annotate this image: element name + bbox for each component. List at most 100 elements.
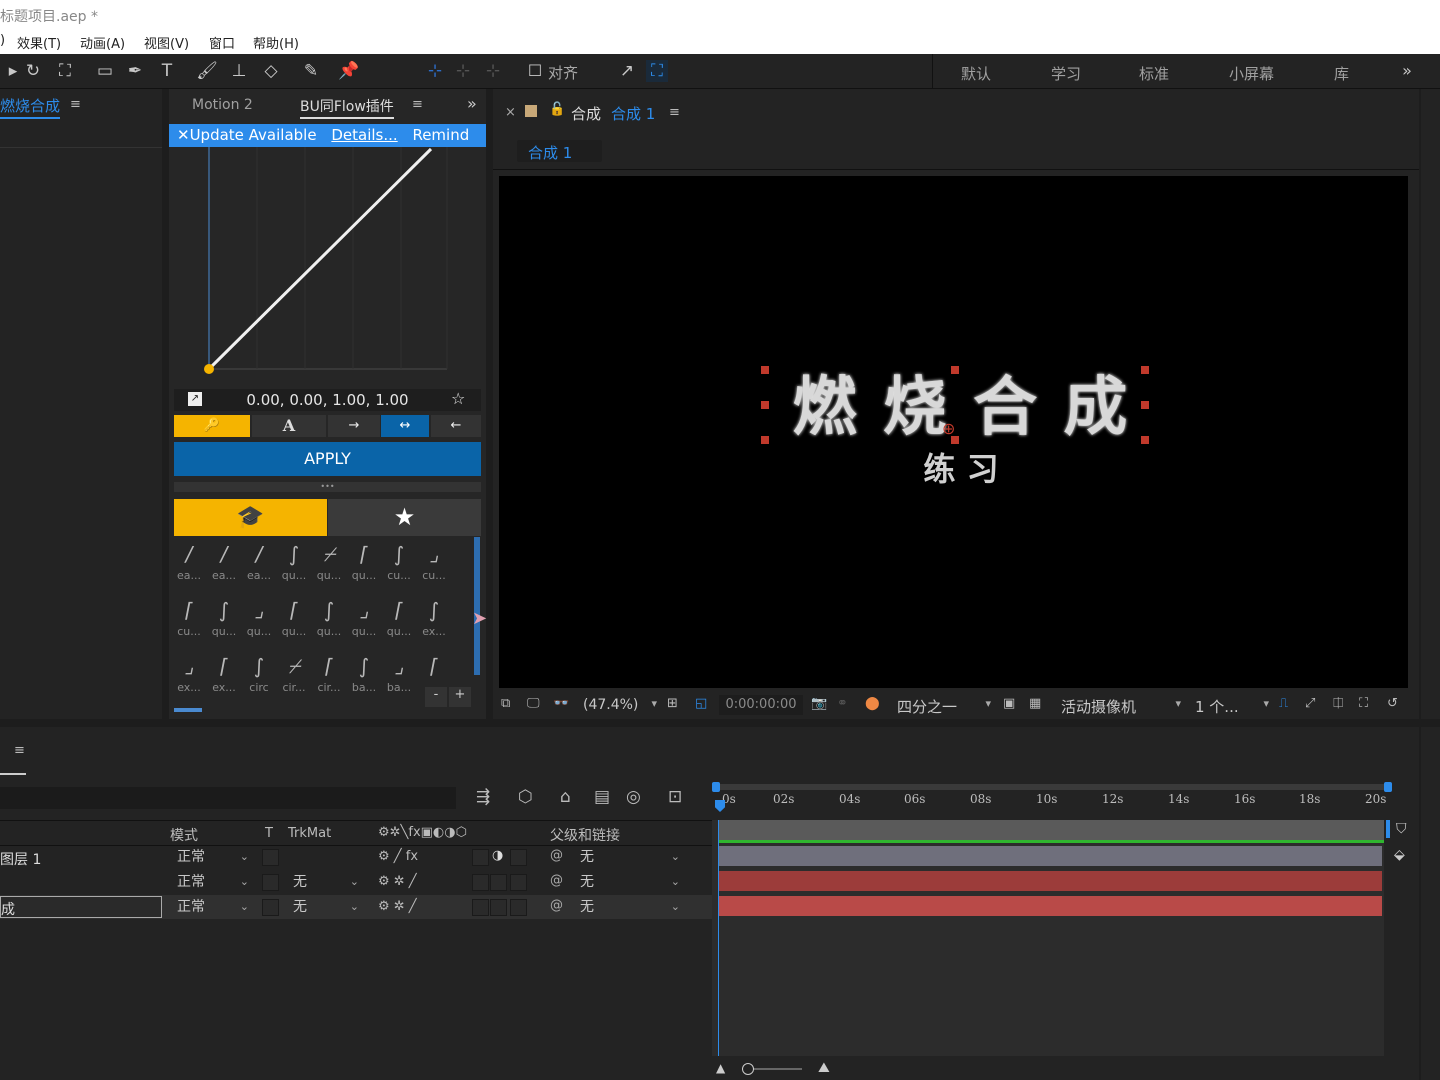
mask-visibility-icon[interactable]: ◱ (695, 696, 707, 711)
panel-menu-icon[interactable]: ≡ (70, 97, 81, 112)
rectangle-tool-icon[interactable]: ▭ (94, 60, 116, 82)
flowchart-icon[interactable]: ⛶ (1359, 696, 1368, 711)
roto-brush-icon[interactable]: ✎ (300, 60, 322, 82)
end-marker[interactable] (1386, 820, 1390, 838)
puppet-pin-icon[interactable]: 📌 (338, 60, 360, 82)
workspace-standard[interactable]: 标准 (1139, 63, 1169, 84)
transparency-grid-icon[interactable]: ▦ (1029, 696, 1041, 711)
menu-item-help[interactable]: 帮助(H) (253, 33, 299, 52)
panel-menu-icon[interactable]: ≡ (412, 97, 423, 112)
world-axis-icon[interactable]: ⊹ (452, 60, 474, 82)
3d-glasses-icon[interactable]: 👓 (553, 696, 569, 711)
adjustment-switch[interactable] (490, 899, 507, 916)
layer-bar[interactable] (718, 846, 1382, 866)
ease-both-button[interactable]: ↔ (381, 415, 429, 437)
comp-duration-bar[interactable] (718, 820, 1384, 840)
ease-preset[interactable]: ⌟ cu... (417, 539, 451, 591)
ease-out-button[interactable]: → (328, 415, 380, 437)
details-link[interactable]: Details... (331, 126, 397, 144)
safe-zones-icon[interactable]: ⊞ (667, 696, 678, 711)
panel-overflow-icon[interactable]: » (467, 94, 477, 113)
trkmat-dropdown[interactable]: 无 ⌄ (287, 897, 363, 917)
camera-tool-icon[interactable]: ⛶ (54, 60, 76, 82)
timeline-toggle-icon[interactable]: ⤢ (1305, 696, 1315, 711)
workspace-default[interactable]: 默认 (961, 63, 991, 84)
transform-handle[interactable] (951, 366, 959, 374)
ease-preset[interactable]: ⌈ ex... (207, 651, 241, 703)
ease-preset[interactable]: ∫ ba... (347, 651, 381, 703)
layer-switches[interactable]: ⚙ ✲ ╱ (378, 899, 417, 914)
menu-item-view[interactable]: 视图(V) (144, 33, 189, 52)
pen-tool-icon[interactable]: ✒ (124, 60, 146, 82)
ease-preset[interactable]: ⌈ cir... (312, 651, 346, 703)
comp-flowchart-icon[interactable]: ⎅ (1333, 696, 1343, 711)
zoom-in-button[interactable]: + (449, 687, 471, 707)
rotate-tool-icon[interactable]: ↻ (22, 60, 44, 82)
zoom-dropdown[interactable]: (47.4%) ▾ (577, 695, 659, 715)
breadcrumb-comp[interactable]: 合成 1 (528, 142, 572, 163)
resolution-dropdown[interactable]: 四分之一 ▾ (891, 695, 993, 716)
ease-preset[interactable]: ⌈ cu... (172, 595, 206, 647)
ease-preset[interactable]: ⌈ qu... (347, 539, 381, 591)
time-ruler[interactable]: 0s 02s 04s 06s 08s 10s 12s 14s 16s 18s 2… (712, 782, 1392, 820)
layer-row[interactable]: 正常 ⌄ 无 ⌄ ⚙ ✲ ╱ @ 无 ⌄ (0, 870, 712, 894)
parent-dropdown[interactable]: 无 ⌄ (574, 897, 684, 917)
trkmat-dropdown[interactable]: 无 ⌄ (287, 872, 363, 892)
brush-tool-icon[interactable]: 🖌 (196, 60, 218, 82)
layer-name[interactable]: 图层 1 (0, 849, 41, 869)
ease-preset[interactable]: ⌿ qu... (312, 539, 346, 591)
transform-handle[interactable] (761, 436, 769, 444)
arrow-tool-icon[interactable]: ▸ (2, 60, 24, 82)
ease-preset[interactable]: ⌟ qu... (242, 595, 276, 647)
tab-flow[interactable]: BU同Flow插件 (300, 96, 394, 119)
apply-button[interactable]: APPLY (174, 442, 481, 476)
comp-mini-flowchart-icon[interactable]: ⇶ (476, 787, 490, 807)
fast-previews-icon[interactable]: ⎍ (1279, 696, 1288, 711)
adjustment-switch[interactable] (490, 874, 507, 891)
av-switch[interactable] (472, 849, 489, 866)
region-of-interest-icon[interactable]: ▣ (1003, 696, 1015, 711)
preserve-transparency-checkbox[interactable] (262, 874, 279, 891)
more-workspaces-icon[interactable]: » (1396, 60, 1418, 82)
adjustment-icon[interactable]: ◑ (492, 848, 503, 863)
text-mode-button[interactable]: A (252, 415, 326, 437)
track-area[interactable] (712, 820, 1384, 1056)
comp-marker-icon[interactable]: ⛉ (1396, 821, 1407, 837)
ease-preset[interactable]: ⌟ ex... (172, 651, 206, 703)
frame-blending-icon[interactable]: ▤ (594, 787, 610, 807)
transform-handle[interactable] (761, 401, 769, 409)
motion-blur-icon[interactable]: ◎ (626, 787, 641, 807)
work-area-start-handle[interactable] (712, 782, 720, 792)
reset-exposure-icon[interactable]: ↺ (1387, 696, 1398, 711)
panel-menu-icon[interactable]: ≡ (14, 743, 25, 758)
ease-preset[interactable]: / ea... (242, 539, 276, 591)
timecode-field[interactable]: 0:00:00:00 (719, 695, 803, 715)
clone-stamp-icon[interactable]: ⊥ (228, 60, 250, 82)
3d-switch[interactable] (510, 899, 527, 916)
ease-preset[interactable]: ∫ cu... (382, 539, 416, 591)
pickwhip-icon[interactable]: @ (550, 873, 563, 888)
layer-row-selected[interactable]: 成 正常 ⌄ 无 ⌄ ⚙ ✲ ╱ @ 无 ⌄ (0, 895, 712, 919)
snapshot-icon[interactable]: 📷 (811, 696, 827, 711)
lock-icon[interactable]: 🔓 (549, 102, 565, 117)
ease-preset[interactable]: ⌟ ba... (382, 651, 416, 703)
mode-dropdown[interactable]: 正常 ⌄ (171, 872, 253, 892)
menu-item-partial[interactable]: ) (0, 33, 5, 48)
presets-tab[interactable]: 🎓 (174, 499, 327, 536)
ease-preset[interactable]: ∫ qu... (312, 595, 346, 647)
preserve-transparency-checkbox[interactable] (262, 849, 279, 866)
ease-in-button[interactable]: ← (431, 415, 481, 437)
comp-button-icon[interactable]: ⬙ (1394, 847, 1405, 863)
ease-curve-graph[interactable] (169, 147, 486, 387)
mode-dropdown[interactable]: 正常 ⌄ (171, 847, 253, 867)
graph-editor-icon[interactable]: ⊡ (668, 787, 682, 807)
ease-preset[interactable]: ⌿ cir... (277, 651, 311, 703)
favorites-tab[interactable]: ★ (328, 499, 481, 536)
transform-handle[interactable] (761, 366, 769, 374)
layer-name-field[interactable]: 成 (0, 896, 162, 918)
always-preview-icon[interactable]: ⧉ (501, 696, 510, 711)
3d-switch[interactable] (510, 849, 527, 866)
panel-menu-icon[interactable]: ≡ (669, 105, 680, 120)
bezier-values[interactable]: 0.00, 0.00, 1.00, 1.00 (174, 391, 481, 409)
key-mode-button[interactable]: 🔑 (174, 415, 250, 437)
